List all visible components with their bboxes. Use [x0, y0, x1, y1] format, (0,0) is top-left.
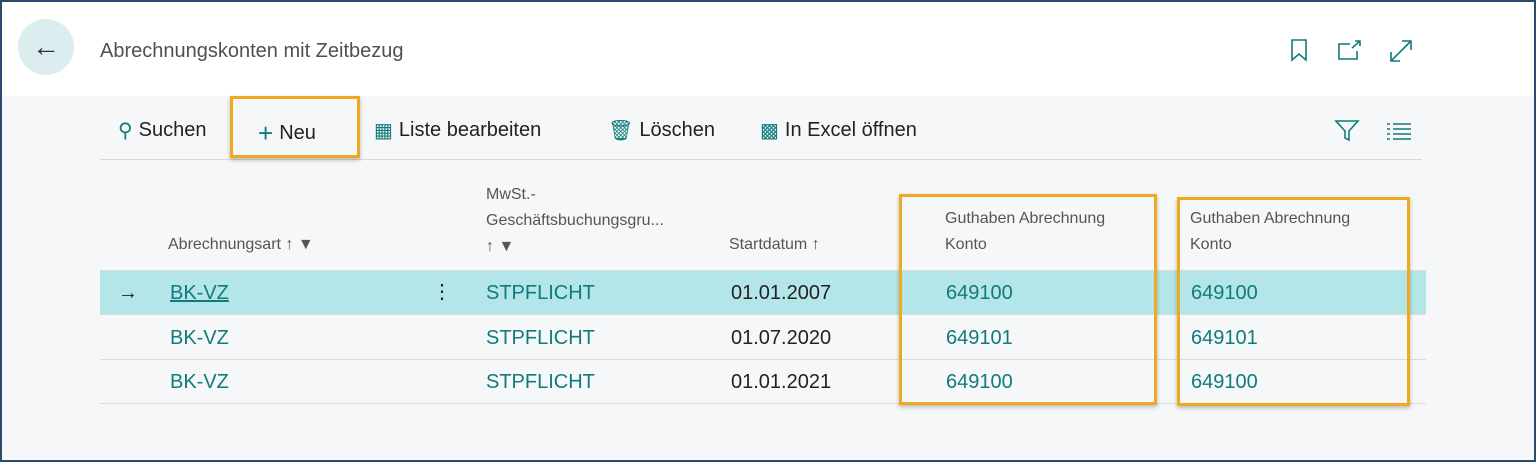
excel-icon: ▩: [760, 120, 779, 142]
open-new-window-icon[interactable]: [1336, 38, 1364, 62]
abrechnungsart-link[interactable]: BK-VZ: [170, 371, 229, 394]
expand-icon[interactable]: [1388, 38, 1414, 64]
abrechnungsart-link[interactable]: BK-VZ: [170, 282, 229, 305]
delete-button[interactable]: 🗑 Löschen: [608, 118, 715, 143]
row-selected-arrow-icon: →: [118, 282, 138, 304]
back-button[interactable]: ←: [18, 19, 74, 75]
startdatum: 01.07.2020: [731, 327, 832, 349]
page-header: ← Abrechnungskonten mit Zeitbezug: [2, 2, 1534, 96]
abrechnungsart-link[interactable]: BK-VZ: [170, 327, 229, 350]
highlight-box-konto-1: [899, 194, 1157, 405]
edit-list-button[interactable]: ▦ Liste bearbeiten: [374, 118, 541, 143]
trash-icon: 🗑: [608, 120, 634, 142]
search-button[interactable]: ⚲ Suchen: [118, 118, 207, 143]
row-menu-icon[interactable]: ⋮: [432, 279, 452, 304]
column-header-startdatum[interactable]: Startdatum ↑: [729, 232, 820, 258]
back-arrow-icon: ←: [32, 31, 60, 62]
column-header-mwst[interactable]: MwSt.- Geschäftsbuchungsgru... ↑ ▼: [486, 182, 664, 260]
highlight-box-new: [230, 96, 360, 158]
list-view-icon[interactable]: [1387, 122, 1413, 140]
search-icon: ⚲: [118, 120, 133, 142]
bookmark-icon[interactable]: [1289, 38, 1309, 62]
window: ← Abrechnungskonten mit Zeitbezug ⚲ Suche…: [0, 0, 1536, 462]
filter-icon: ▼: [498, 238, 515, 255]
page-title: Abrechnungskonten mit Zeitbezug: [100, 40, 404, 62]
filter-icon: ▼: [297, 236, 314, 253]
mwst-link[interactable]: STPFLICHT: [486, 327, 595, 350]
filter-icon[interactable]: [1334, 118, 1360, 142]
edit-list-icon: ▦: [374, 120, 393, 142]
mwst-link[interactable]: STPFLICHT: [486, 371, 595, 394]
mwst-link[interactable]: STPFLICHT: [486, 282, 595, 305]
startdatum: 01.01.2021: [731, 371, 832, 393]
open-in-excel-button[interactable]: ▩ In Excel öffnen: [760, 118, 917, 143]
highlight-box-konto-2: [1177, 197, 1410, 406]
column-header-abrechnungsart[interactable]: Abrechnungsart ↑ ▼: [168, 232, 314, 258]
startdatum: 01.01.2007: [731, 282, 832, 304]
